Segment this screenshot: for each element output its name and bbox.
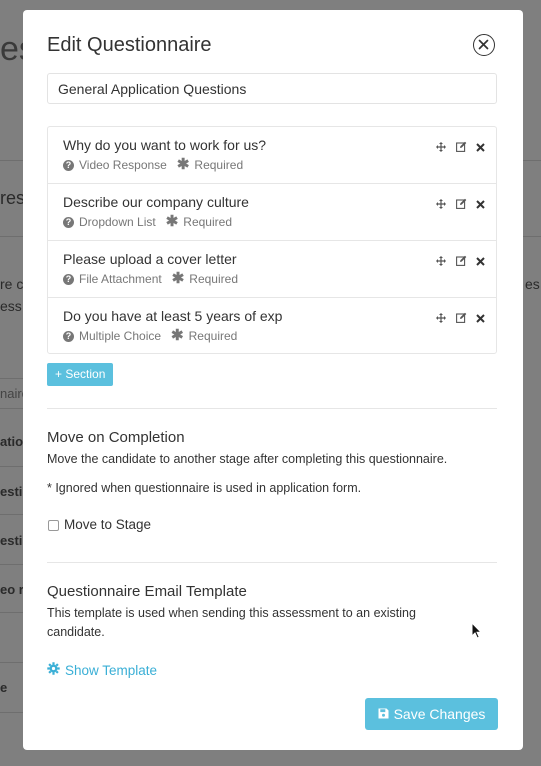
bg-divider xyxy=(523,160,541,161)
question-actions xyxy=(436,196,486,209)
delete-icon[interactable] xyxy=(476,253,486,266)
asterisk-icon: ✱ xyxy=(171,270,185,287)
question-title: Describe our company culture xyxy=(63,194,249,210)
question-meta: ? File Attachment ✱ Required xyxy=(63,270,238,287)
bg-text-fragment: esti xyxy=(0,484,23,499)
move-to-stage-label[interactable]: Move to Stage xyxy=(64,517,151,532)
question-meta: ? Multiple Choice ✱ Required xyxy=(63,327,238,344)
completion-description: Move the candidate to another stage afte… xyxy=(47,452,448,466)
gear-icon xyxy=(47,662,60,678)
email-template-heading: Questionnaire Email Template xyxy=(47,583,247,600)
bg-text-fragment: atio xyxy=(0,434,24,449)
question-actions xyxy=(436,310,486,323)
move-icon[interactable] xyxy=(436,196,446,209)
edit-questionnaire-modal: Edit Questionnaire Why do you want to wo… xyxy=(23,10,523,750)
bg-divider xyxy=(0,408,23,409)
question-title: Do you have at least 5 years of exp xyxy=(63,308,283,324)
move-icon[interactable] xyxy=(436,253,446,266)
close-icon[interactable] xyxy=(473,34,495,56)
bg-heading-fragment: res xyxy=(0,188,26,208)
save-changes-label: Save Changes xyxy=(393,706,486,722)
add-section-button[interactable]: + Section xyxy=(47,363,114,386)
question-actions xyxy=(436,253,486,266)
question-type: Video Response xyxy=(79,158,167,172)
question-item: Do you have at least 5 years of exp ? Mu… xyxy=(48,298,496,355)
email-template-description: This template is used when sending this … xyxy=(47,606,416,639)
question-title: Please upload a cover letter xyxy=(63,251,237,267)
move-to-stage-checkbox[interactable] xyxy=(48,520,59,531)
edit-icon[interactable] xyxy=(456,253,467,266)
question-item: Why do you want to work for us? ? Video … xyxy=(48,127,496,184)
divider xyxy=(47,408,497,409)
delete-icon[interactable] xyxy=(476,196,486,209)
bg-divider xyxy=(523,236,541,237)
bg-text-fragment: re c xyxy=(0,276,24,292)
question-list: Why do you want to work for us? ? Video … xyxy=(47,126,497,354)
question-item: Please upload a cover letter ? File Atta… xyxy=(48,241,496,298)
modal-title: Edit Questionnaire xyxy=(47,34,212,56)
question-circle-icon: ? xyxy=(63,216,74,228)
show-template-label: Show Template xyxy=(65,662,158,678)
asterisk-icon: ✱ xyxy=(176,156,190,173)
bg-divider xyxy=(0,466,23,467)
edit-icon[interactable] xyxy=(456,196,467,209)
bg-divider xyxy=(0,236,23,237)
edit-icon[interactable] xyxy=(456,139,467,152)
bg-divider xyxy=(0,662,23,663)
bg-divider xyxy=(0,160,23,161)
question-type: Dropdown List xyxy=(79,215,156,229)
bg-divider xyxy=(0,378,23,379)
question-circle-icon: ? xyxy=(63,273,74,285)
bg-text-fragment: e xyxy=(0,680,8,695)
asterisk-icon: ✱ xyxy=(165,213,179,230)
question-title: Why do you want to work for us? xyxy=(63,137,267,153)
asterisk-icon: ✱ xyxy=(171,327,184,344)
bg-divider xyxy=(0,514,23,515)
bg-divider xyxy=(0,612,23,613)
question-required: Required xyxy=(194,158,244,172)
divider xyxy=(47,562,497,563)
save-changes-button[interactable]: Save Changes xyxy=(365,698,498,730)
question-circle-icon: ? xyxy=(63,159,74,171)
question-required: Required xyxy=(189,272,238,286)
completion-heading: Move on Completion xyxy=(47,429,185,446)
edit-icon[interactable] xyxy=(456,310,467,323)
question-item: Describe our company culture ? Dropdown … xyxy=(48,184,496,241)
question-meta: ? Dropdown List ✱ Required xyxy=(63,213,232,230)
delete-icon[interactable] xyxy=(476,139,486,152)
bg-text-fragment: es c xyxy=(525,276,541,292)
question-required: Required xyxy=(188,329,238,343)
question-required: Required xyxy=(183,215,232,229)
question-actions xyxy=(436,139,486,152)
mouse-cursor-icon xyxy=(471,621,483,644)
show-template-link[interactable]: Show Template xyxy=(47,662,157,678)
save-icon xyxy=(378,706,389,722)
questionnaire-name-input[interactable] xyxy=(47,73,497,104)
question-meta: ? Video Response ✱ Required xyxy=(63,156,244,173)
bg-divider xyxy=(0,564,23,565)
question-circle-icon: ? xyxy=(63,330,74,342)
move-icon[interactable] xyxy=(436,310,446,323)
question-type: Multiple Choice xyxy=(79,329,162,343)
question-type: File Attachment xyxy=(79,272,162,286)
bg-divider xyxy=(0,712,23,713)
bg-text-fragment: esti xyxy=(0,533,23,548)
move-icon[interactable] xyxy=(436,139,446,152)
delete-icon[interactable] xyxy=(476,310,486,323)
completion-note: * Ignored when questionnaire is used in … xyxy=(47,481,362,495)
